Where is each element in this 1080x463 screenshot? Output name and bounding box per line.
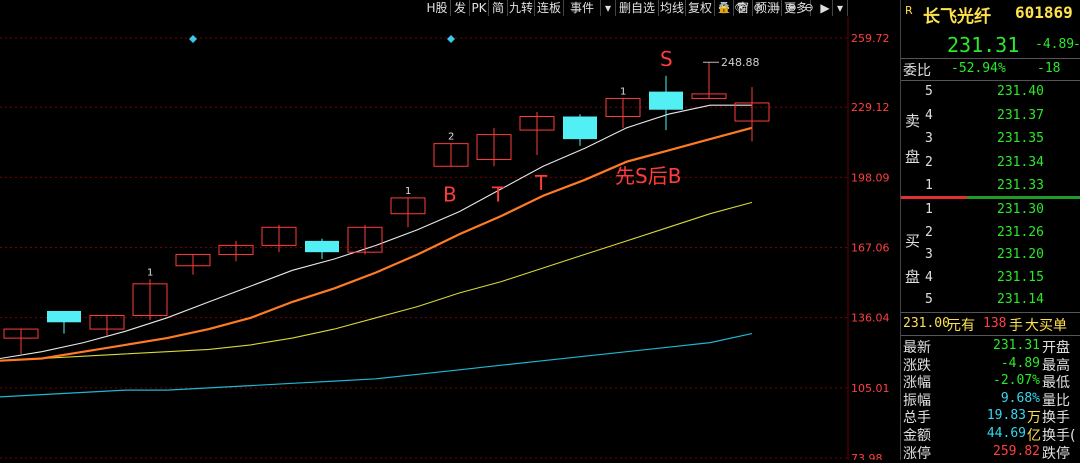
- order-price: 231.26: [997, 224, 1044, 240]
- big-order-price: 231.00: [903, 316, 950, 331]
- y-tick-label: 136.04: [851, 312, 890, 325]
- ma-line-yellow: [0, 201, 753, 362]
- eye-icon[interactable]: 👁: [733, 0, 749, 16]
- order-price: 231.34: [997, 154, 1044, 170]
- stock-name: 长飞光纤: [923, 7, 991, 27]
- stat-value: 19.83: [986, 408, 1026, 424]
- signal-label: 先S后B: [615, 164, 681, 188]
- quote-panel: R 长飞光纤 601869 231.31 -4.89 -2 委比 -52.94%…: [900, 0, 1080, 462]
- toolbar-button-3[interactable]: 简: [489, 0, 508, 16]
- buy-label-1: 买: [905, 232, 921, 250]
- big-order-qty-unit: 手: [1009, 318, 1023, 334]
- zoom-in-icon[interactable]: ⊕: [784, 0, 800, 16]
- lock-icon[interactable]: 🔒: [716, 0, 732, 16]
- print-icon[interactable]: ▭: [767, 0, 783, 16]
- order-price: 231.20: [997, 247, 1044, 262]
- count-label: 1: [405, 186, 411, 197]
- count-label: 2: [448, 132, 454, 143]
- order-level: 4: [925, 107, 933, 123]
- y-tick-label: 105.01: [851, 382, 890, 395]
- y-tick-label: 229.12: [851, 101, 890, 114]
- order-price: 231.35: [997, 131, 1044, 146]
- last-price: 231.31: [947, 33, 1020, 57]
- buy-label-2: 盘: [905, 268, 921, 286]
- sell-bar: [901, 196, 967, 199]
- stat-unit: 亿: [1027, 428, 1041, 444]
- diamond-marker: [447, 35, 455, 43]
- big-order-unit: 元有: [947, 318, 975, 334]
- stat-value: -4.89: [1000, 355, 1040, 371]
- signal-label: S: [660, 47, 673, 71]
- stat-value: 44.69: [986, 426, 1026, 441]
- order-level: 4: [925, 269, 933, 285]
- order-price: 231.40: [997, 84, 1044, 99]
- y-tick-label: 259.72: [851, 32, 890, 45]
- sell-label-1: 卖: [905, 112, 921, 130]
- order-price: 231.15: [997, 269, 1044, 285]
- r-badge: R: [905, 4, 913, 17]
- big-order-qty: 138: [983, 316, 1007, 331]
- order-price: 231.37: [997, 107, 1044, 123]
- weibi-value: -18: [1037, 61, 1061, 76]
- order-level: 5: [925, 84, 933, 99]
- stat-value: 231.31: [993, 338, 1040, 353]
- signal-label: T: [491, 182, 505, 206]
- ma-line-orange: [0, 126, 753, 362]
- toolbar-button-4[interactable]: 九转: [508, 0, 535, 16]
- candle-body: [305, 240, 339, 253]
- chart-svg: 259.72 229.12 198.09 167.06 136.04 105.01 73.9…: [0, 17, 890, 460]
- big-order-label: 大买单: [1025, 318, 1067, 334]
- order-level: 2: [925, 154, 933, 170]
- toolbar-button-0[interactable]: H股: [424, 0, 451, 16]
- toolbar: H股发 PK 简九转 连板 事件 ▾ 删自选 均线 复权叠窗预测 更多 🔒 👁 ⊘ ▭ ⊕ ⊖ ▶ ▾: [0, 0, 900, 17]
- order-level: 3: [925, 131, 933, 146]
- order-level: 3: [925, 247, 933, 262]
- buy-bar: [967, 196, 1080, 199]
- order-price: 231.14: [997, 292, 1044, 307]
- stat-value: 259.82: [993, 443, 1040, 459]
- order-level: 1: [925, 178, 933, 193]
- zoom-out-icon[interactable]: ⊖: [801, 0, 817, 16]
- next-arrow-icon[interactable]: ▶: [818, 0, 833, 16]
- eye-slash-icon[interactable]: ⊘: [750, 0, 766, 16]
- order-level: 5: [925, 292, 933, 307]
- order-level: 1: [925, 202, 933, 217]
- ma-line-white: [0, 104, 752, 360]
- diamond-marker: [189, 35, 197, 43]
- price-change: -4.89: [1035, 37, 1075, 52]
- stock-code: 601869: [1015, 3, 1073, 22]
- toolbar-button-6[interactable]: 事件: [564, 0, 601, 16]
- dropdown-icon[interactable]: ▾: [833, 0, 848, 16]
- y-tick-label: 198.09: [851, 171, 890, 184]
- count-label: 1: [620, 86, 626, 97]
- order-price: 231.33: [997, 178, 1044, 193]
- candle-body: [47, 310, 81, 323]
- stat-value: -2.07%: [993, 373, 1040, 389]
- y-tick-label: 73.98: [851, 452, 883, 460]
- signal-label: T: [534, 171, 548, 195]
- toolbar-button-9[interactable]: 均线: [659, 0, 686, 16]
- count-label: 1: [147, 267, 153, 278]
- order-price: 231.30: [997, 202, 1044, 217]
- y-tick-label: 167.06: [851, 242, 890, 255]
- toolbar-button-10[interactable]: 复权: [686, 0, 715, 16]
- high-price-label: 248.88: [721, 56, 760, 69]
- stat-value: 9.68%: [1000, 390, 1040, 406]
- kline-chart[interactable]: 259.72 229.12 198.09 167.06 136.04 105.01 73.9…: [0, 17, 900, 460]
- weibi-pct: -52.94%: [951, 61, 1006, 76]
- candle-body: [563, 116, 597, 140]
- sell-label-2: 盘: [905, 148, 921, 166]
- candle-body: [649, 91, 683, 110]
- toolbar-button-2[interactable]: PK: [470, 0, 489, 16]
- toolbar-button-5[interactable]: 连板: [535, 0, 564, 16]
- price-change-pct: -2: [1073, 37, 1080, 52]
- toolbar-button-7[interactable]: ▾: [601, 0, 616, 16]
- toolbar-button-8[interactable]: 删自选: [616, 0, 659, 16]
- signal-label: B: [443, 182, 457, 206]
- order-level: 2: [925, 224, 933, 240]
- toolbar-button-1[interactable]: 发: [451, 0, 470, 16]
- weibi-label: 委比: [903, 63, 931, 79]
